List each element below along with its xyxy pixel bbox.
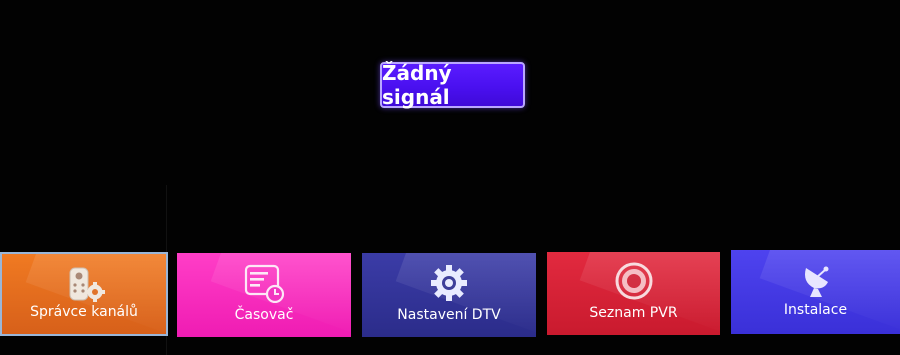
no-signal-text: Žádný signál [382,61,452,109]
tile-label: Časovač [234,307,294,323]
tile-label: Nastavení DTV [397,307,501,323]
remote-gear-icon [69,267,105,302]
tile-label: Správce kanálů [30,304,138,320]
satellite-dish-icon [804,266,828,297]
tile-label: Seznam PVR [589,305,678,321]
tile-label: Instalace [783,302,848,318]
tile-installation[interactable]: Instalace [731,250,900,334]
gear-icon [431,265,467,301]
tile-timer[interactable]: Časovač [177,253,351,337]
schedule-clock-icon [244,264,285,303]
tile-pvr-list[interactable]: Seznam PVR [547,252,720,335]
tile-channel-manager[interactable]: Správce kanálů [0,252,168,336]
tile-dtv-settings[interactable]: Nastavení DTV [362,253,536,337]
tv-screen: Žádný signál Správce kanálů Časovač Nast… [0,0,900,355]
record-icon [615,262,652,300]
no-signal-badge: Žádný signál [380,61,525,109]
